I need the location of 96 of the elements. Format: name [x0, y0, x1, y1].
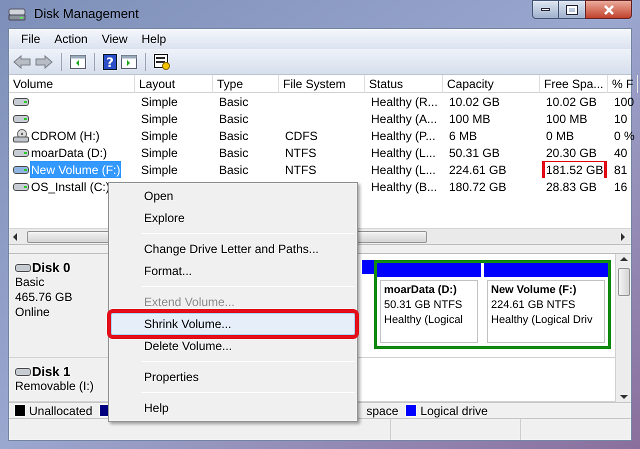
close-button[interactable]: [585, 0, 632, 19]
disk-name[interactable]: Disk 1: [32, 364, 70, 379]
help-icon[interactable]: ?: [103, 54, 117, 70]
column-header[interactable]: Layout: [135, 75, 213, 93]
minimize-button[interactable]: [532, 0, 559, 19]
column-header[interactable]: File System: [279, 75, 365, 93]
table-cell-text: 28.83 GB: [545, 178, 598, 195]
legend-label: Unallocated: [29, 402, 92, 420]
disk-info: Removable (I:): [15, 379, 95, 394]
table-cell-text: Healthy (L...: [370, 162, 437, 178]
table-cell-text: 10.02 GB: [545, 94, 598, 110]
menu-item[interactable]: View: [96, 30, 134, 48]
table-cell-text: 0 %: [613, 128, 636, 144]
partition-bar: [362, 260, 374, 274]
disk-drive-icon: [8, 6, 26, 22]
forward-arrow-icon[interactable]: [35, 54, 53, 68]
scroll-up-icon[interactable]: [618, 254, 628, 264]
table-cell-text: 81: [613, 162, 628, 178]
menu-item[interactable]: Help: [136, 30, 172, 48]
menu-item[interactable]: Format...: [111, 260, 355, 282]
partition-name[interactable]: moarData (D:): [384, 283, 474, 298]
drive-icon: [15, 366, 31, 376]
column-header[interactable]: % F: [608, 75, 638, 93]
cd-drive-icon: [13, 128, 29, 142]
table-cell-text: 180.72 GB: [448, 178, 508, 195]
table-cell-text: 224.61 GB: [448, 162, 508, 178]
volume-name[interactable]: CDROM (H:): [30, 127, 101, 144]
volume-name[interactable]: moarData (D:): [30, 144, 108, 161]
settings-icon[interactable]: [154, 54, 170, 70]
back-arrow-icon[interactable]: [13, 54, 31, 68]
table-cell-text: Basic: [218, 94, 250, 110]
table-cell-text: Healthy (B...: [370, 178, 438, 195]
drive-icon: [13, 96, 29, 106]
table-cell-text: CDFS: [284, 128, 319, 144]
table-cell-text: Basic: [218, 144, 250, 161]
vertical-scrollbar-thumb[interactable]: [618, 268, 630, 296]
maximize-button[interactable]: [559, 0, 585, 19]
menu-item[interactable]: Explore: [111, 207, 355, 229]
table-cell-text: NTFS: [284, 144, 318, 161]
menu-item[interactable]: File: [15, 30, 46, 48]
partition-name[interactable]: New Volume (F:): [491, 283, 601, 298]
table-cell-text: 20.30 GB: [545, 144, 598, 161]
partition-status: Healthy (Logical Driv: [491, 313, 594, 328]
column-header[interactable]: Type: [213, 75, 279, 93]
table-cell-text: Simple: [140, 162, 179, 178]
drive-icon: [13, 182, 29, 192]
panel-icon[interactable]: [121, 54, 137, 68]
table-cell-text: Basic: [218, 110, 250, 127]
table-cell-text: Healthy (R...: [370, 94, 439, 110]
table-cell-text: 0 MB: [545, 128, 576, 144]
menu-item[interactable]: Action: [48, 30, 94, 48]
table-cell-text: 6 MB: [448, 128, 478, 144]
table-cell-text: 10.02 GB: [448, 94, 501, 110]
table-cell-text: Simple: [140, 128, 179, 144]
menu-item[interactable]: Properties: [111, 366, 355, 388]
menu-item[interactable]: Delete Volume...: [111, 335, 355, 357]
partition-size: 224.61 GB NTFS: [491, 298, 576, 313]
table-cell-text: Healthy (L...: [370, 144, 437, 161]
table-cell-text: Simple: [140, 144, 179, 161]
table-cell-text: 100 MB: [545, 110, 588, 127]
table-cell-text: Simple: [140, 94, 179, 110]
column-header[interactable]: Volume: [9, 75, 135, 93]
drive-icon: [15, 262, 31, 272]
window-title: Disk Management: [34, 5, 139, 24]
table-cell: 181.52 GB: [544, 161, 606, 178]
column-header[interactable]: Status: [365, 75, 443, 93]
legend-label: space: [366, 402, 398, 420]
table-cell-text: 10: [613, 110, 628, 127]
table-cell-text: Basic: [218, 128, 250, 144]
column-header[interactable]: Free Spa...: [540, 75, 608, 93]
table-cell-text: 16: [613, 178, 628, 195]
partition-status: Healthy (Logical: [384, 313, 464, 328]
disk-name[interactable]: Disk 0: [32, 260, 70, 275]
legend-label: Logical drive: [420, 402, 488, 420]
menu-item[interactable]: Help: [111, 397, 355, 419]
close-icon: [602, 4, 614, 14]
drive-icon: [13, 164, 29, 174]
menu-item[interactable]: Open: [111, 185, 355, 207]
table-cell-text: Basic: [218, 162, 250, 178]
partition-size: 50.31 GB NTFS: [384, 298, 464, 313]
panel-icon[interactable]: [70, 54, 86, 68]
table-cell-text: 40: [613, 144, 628, 161]
table-cell-text: 100: [613, 94, 636, 110]
menu-item[interactable]: Change Drive Letter and Paths...: [111, 238, 355, 260]
disk-info: 465.76 GB: [15, 290, 74, 305]
table-cell-text: 100 MB: [448, 110, 492, 127]
table-cell-text: 50.31 GB: [448, 144, 501, 161]
table-cell-text: Simple: [140, 110, 179, 127]
table-cell-text: Healthy (P...: [370, 128, 436, 144]
disk-info: Basic: [15, 275, 46, 290]
table-cell-text: Healthy (A...: [370, 110, 438, 127]
table-cell-text: NTFS: [284, 162, 318, 178]
column-header[interactable]: Capacity: [443, 75, 540, 93]
drive-icon: [13, 148, 29, 158]
disk-info: Online: [15, 305, 51, 320]
drive-icon: [13, 114, 29, 124]
